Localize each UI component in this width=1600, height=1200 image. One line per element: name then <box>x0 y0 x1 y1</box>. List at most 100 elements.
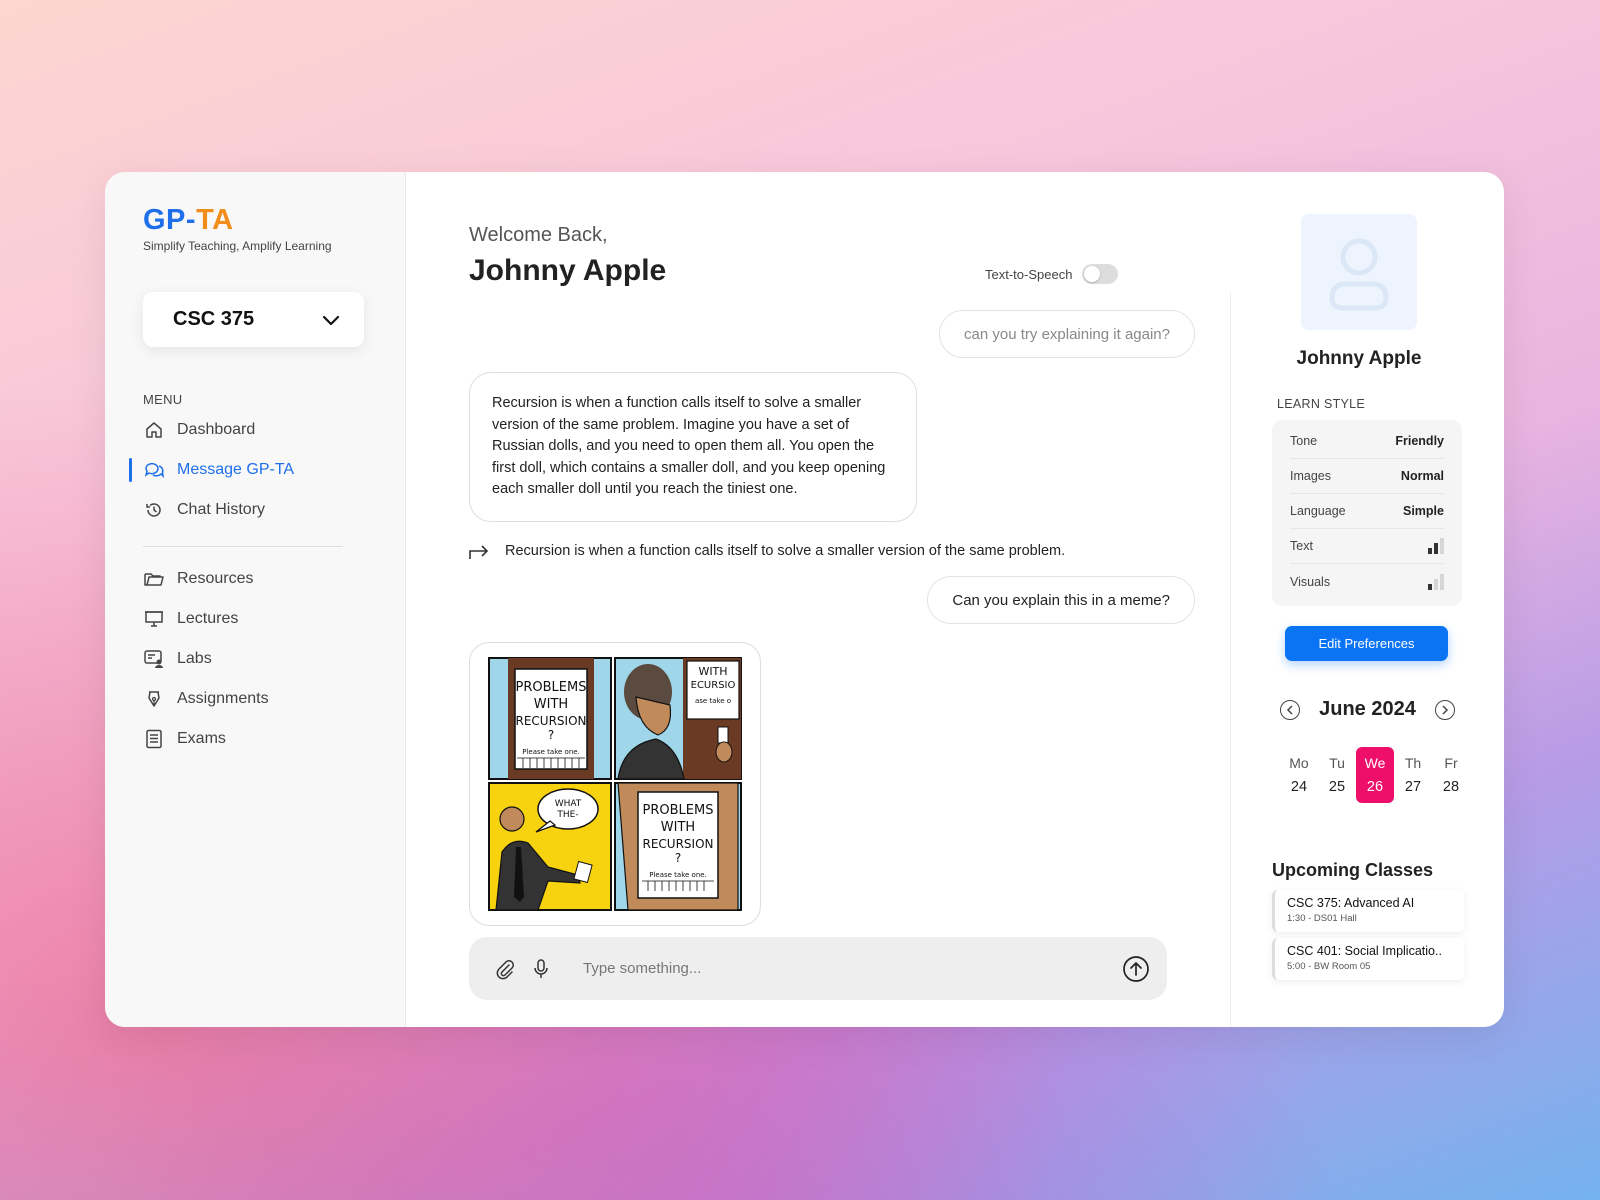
calendar-week: Mo 24 Tu 25 We 26 Th 27 Fr 28 <box>1280 747 1470 803</box>
learn-style-label: Visuals <box>1290 574 1331 589</box>
nav-item-exams[interactable]: Exams <box>143 719 373 759</box>
course-selected-label: CSC 375 <box>173 308 255 330</box>
paperclip-icon[interactable] <box>493 957 517 981</box>
nav-label: Lectures <box>177 610 239 627</box>
tts-toggle[interactable] <box>1082 264 1119 284</box>
calendar-day-selected[interactable]: We 26 <box>1356 747 1394 803</box>
learn-style-list: Tone Friendly Images Normal Language Sim… <box>1272 420 1462 606</box>
tts-control: Text-to-Speech <box>985 264 1119 284</box>
learn-style-row-tone: Tone Friendly <box>1290 424 1444 459</box>
class-time: 1:30 - DS01 Hall <box>1287 913 1357 924</box>
upcoming-classes-title: Upcoming Classes <box>1272 860 1434 880</box>
pen-nib-icon <box>143 688 165 710</box>
user-icon <box>1329 238 1389 311</box>
class-time: 5:00 - BW Room 05 <box>1287 961 1371 972</box>
nav-item-chat-history[interactable]: Chat History <box>143 490 373 530</box>
lab-icon <box>143 648 165 670</box>
meme-panel4-footer: Please take one. <box>649 871 707 879</box>
calendar-day[interactable]: Th 27 <box>1394 747 1432 803</box>
nav-label: Dashboard <box>177 421 256 438</box>
course-dropdown[interactable]: CSC 375 <box>143 292 364 347</box>
class-card[interactable]: CSC 375: Advanced AI 1:30 - DS01 Hall <box>1272 890 1464 932</box>
microphone-icon[interactable] <box>529 957 553 981</box>
page-title: Johnny Apple <box>469 254 667 287</box>
profile-panel: Johnny Apple LEARN STYLE Tone Friendly I… <box>1230 172 1504 1027</box>
learn-style-label: Tone <box>1290 434 1318 448</box>
learn-style-row-language: Language Simple <box>1290 494 1444 529</box>
chevron-left-icon[interactable] <box>1280 699 1300 720</box>
summary-reply: Recursion is when a function calls itsel… <box>467 542 1065 560</box>
learn-style-row-text: Text <box>1290 529 1444 564</box>
meme-panel2-text: WITH <box>698 665 727 678</box>
learn-style-row-images: Images Normal <box>1290 459 1444 494</box>
meme-panel4-text: RECURSION <box>643 837 714 851</box>
avatar[interactable] <box>1301 214 1417 330</box>
tts-label: Text-to-Speech <box>985 266 1073 282</box>
nav-label: Exams <box>177 730 226 747</box>
presentation-icon <box>143 608 165 630</box>
nav-item-dashboard[interactable]: Dashboard <box>143 410 373 450</box>
app-window: GP-TA Simplify Teaching, Amplify Learnin… <box>105 172 1504 1027</box>
edit-preferences-button[interactable]: Edit Preferences <box>1285 626 1448 661</box>
nav-item-lectures[interactable]: Lectures <box>143 599 373 639</box>
learn-style-label: Text <box>1290 539 1313 553</box>
calendar-header: June 2024 <box>1280 698 1455 721</box>
meme-panel4-text: ? <box>675 851 681 865</box>
sidebar: GP-TA Simplify Teaching, Amplify Learnin… <box>105 172 406 1027</box>
reply-arrow-icon <box>469 545 489 559</box>
calendar-day[interactable]: Fr 28 <box>1432 747 1470 803</box>
chevron-down-icon <box>322 315 340 325</box>
nav-label: Assignments <box>177 690 269 707</box>
chat-icon <box>143 459 165 481</box>
calendar-day[interactable]: Tu 25 <box>1318 747 1356 803</box>
nav-label: Labs <box>177 650 212 667</box>
brand: GP-TA Simplify Teaching, Amplify Learnin… <box>143 204 332 253</box>
meme-panel1-footer: Please take one. <box>522 748 580 756</box>
nav-label: Message GP-TA <box>177 461 295 478</box>
learn-style-label: Language <box>1290 504 1346 518</box>
level-bars-icon <box>1428 538 1444 554</box>
class-name: CSC 401: Social Implicatio.. <box>1287 944 1442 958</box>
chevron-right-icon[interactable] <box>1434 699 1455 720</box>
meme-panel4-text: PROBLEMS <box>643 803 714 818</box>
primary-nav: Dashboard Message GP-TA Chat History <box>129 410 373 530</box>
user-message: can you try explaining it again? <box>939 310 1195 358</box>
learn-style-row-visuals: Visuals <box>1290 564 1444 599</box>
summary-text: Recursion is when a function calls itsel… <box>505 543 1066 559</box>
class-name: CSC 375: Advanced AI <box>1287 896 1415 910</box>
nav-item-labs[interactable]: Labs <box>143 639 373 679</box>
meme-panel3-speech: WHAT <box>555 799 582 809</box>
nav-item-resources[interactable]: Resources <box>143 559 373 599</box>
class-card[interactable]: CSC 401: Social Implicatio.. 5:00 - BW R… <box>1272 938 1464 980</box>
meme-panel1-text: WITH <box>534 697 568 712</box>
home-icon <box>143 419 165 441</box>
meme-panel1-text: PROBLEMS <box>516 680 587 695</box>
document-icon <box>143 728 165 750</box>
meme-panel1-text: RECURSION <box>516 714 587 728</box>
meme-panel2-text: ECURSIO <box>691 680 736 691</box>
meme-image-card[interactable]: PROBLEMS WITH RECURSION ? Please take on… <box>469 642 761 926</box>
folder-icon <box>143 568 165 590</box>
learn-style-value: Friendly <box>1395 434 1444 448</box>
send-icon[interactable] <box>1121 954 1151 984</box>
nav-label: Chat History <box>177 501 266 518</box>
level-bars-icon <box>1428 573 1444 590</box>
secondary-nav: Resources Lectures Labs Assignments Exam… <box>143 559 373 759</box>
learn-style-title: LEARN STYLE <box>1277 397 1366 411</box>
learn-style-label: Images <box>1290 469 1331 483</box>
nav-item-message-gpta[interactable]: Message GP-TA <box>129 450 373 490</box>
chat-main: Welcome Back, Johnny Apple Text-to-Speec… <box>407 172 1213 1027</box>
history-icon <box>143 499 165 521</box>
welcome-text: Welcome Back, <box>469 224 608 246</box>
meme-panel2-footer: ase take o <box>695 697 731 705</box>
meme-panel4-text: WITH <box>661 820 695 835</box>
profile-name: Johnny Apple <box>1296 348 1422 369</box>
nav-item-assignments[interactable]: Assignments <box>143 679 373 719</box>
meme-panel1-text: ? <box>548 728 554 742</box>
nav-divider <box>143 546 343 547</box>
message-input[interactable] <box>583 960 1121 977</box>
brand-logo[interactable]: GP-TA <box>143 204 332 237</box>
calendar-day[interactable]: Mo 24 <box>1280 747 1318 803</box>
meme-panel3-speech: THE- <box>556 810 578 820</box>
menu-title: MENU <box>143 392 183 407</box>
